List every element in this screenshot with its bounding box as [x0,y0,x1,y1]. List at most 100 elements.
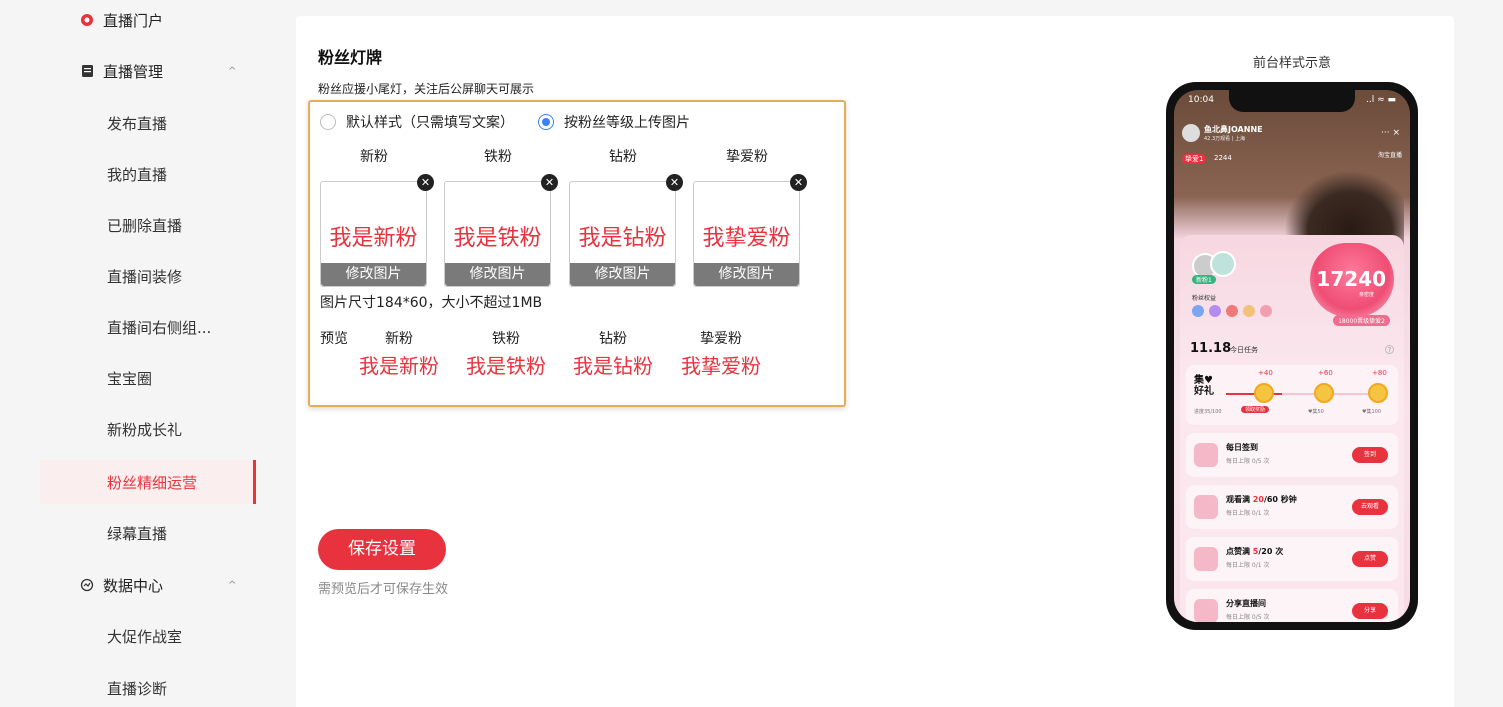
today-date: 11.18 [1190,341,1232,356]
level-iron-fan: 铁粉 我是铁粉 修改图片 ✕ [444,146,558,287]
preview-level-name: 挚爱粉 [700,331,742,347]
coin-plus: +60 [1318,369,1333,377]
chevron-up-icon[interactable]: ^ [228,66,236,77]
live-portal-icon [80,13,94,27]
task-sub: 每日上限 0/5 次 [1226,458,1270,465]
radio-default-label[interactable]: 默认样式（只需填写文案） [346,112,514,132]
level-beloved-fan: 挚爱粉 我挚爱粉 修改图片 ✕ [693,146,807,287]
level-name: 钻粉 [609,149,637,165]
task-title: 分享直播间 [1226,599,1266,608]
edit-image-button[interactable]: 修改图片 [694,263,799,286]
coin-icon [1368,383,1388,403]
preview-level-name: 钻粉 [599,331,627,347]
sidebar-item-baby-circle[interactable]: 宝宝圈 [40,356,256,400]
avatar [1210,251,1236,277]
dashboard-icon [80,578,94,592]
fan-badge: 挚爱1 [1182,154,1207,164]
task-button: 点赞 [1352,551,1388,567]
intimacy-label: 亲密度 [1358,292,1374,298]
sidebar-item-fan-operation[interactable]: 粉丝精细运营 [40,460,256,504]
sidebar-item-publish[interactable]: 发布直播 [40,101,256,145]
radio-by-level-label[interactable]: 按粉丝等级上传图片 [564,112,690,132]
level-name: 新粉 [360,149,388,165]
badge-image-card: 我是铁粉 修改图片 ✕ [444,174,558,287]
close-icon[interactable]: ✕ [790,174,807,191]
preview-badge-text: 我是铁粉 [466,354,546,378]
document-icon [80,64,94,78]
milestone-text: ♥集100 [1362,409,1382,415]
preview-level-name: 铁粉 [492,331,520,347]
preview-item: 新粉 我是新粉 [354,328,444,379]
sidebar-item-my-live[interactable]: 我的直播 [40,152,256,196]
preview-badge-text: 我是新粉 [359,354,439,378]
host-info: 鱼北鼻JOANNE 42.3万观看 | 上海 [1182,124,1263,142]
upgrade-pill: 18000晋级挚爱2 [1333,315,1390,326]
phone-notch [1229,90,1355,112]
task-title: 点赞满 5/20 次 [1226,547,1284,556]
preview-item: 钻粉 我是钻粉 [568,328,658,379]
sidebar-item-promo-room[interactable]: 大促作战室 [40,614,256,658]
nav-data-center[interactable]: 数据中心 ^ [80,570,236,600]
level-diamond-fan: 钻粉 我是钻粉 修改图片 ✕ [569,146,683,287]
coin-plus: +80 [1372,369,1387,377]
sidebar-item-deleted[interactable]: 已删除直播 [40,203,256,247]
image-size-note: 图片尺寸184*60，大小不超过1MB [320,295,543,311]
rights-icon [1226,305,1238,317]
collect-gift-card: 集♥好礼 +40 +60 +80 进度35/100 领取奖励 ♥集50 ♥集10… [1186,365,1398,425]
milestone-text: ♥集50 [1308,409,1324,415]
collect-progress-text: 进度35/100 [1194,409,1222,415]
style-radio-group: 默认样式（只需填写文案） 按粉丝等级上传图片 [320,112,714,132]
badge-image-card: 我是钻粉 修改图片 ✕ [569,174,683,287]
avatar [1182,124,1200,142]
sidebar-item-decor[interactable]: 直播间装修 [40,254,256,298]
coin-plus: +40 [1258,369,1273,377]
phone-preview-label: 前台样式示意 [1253,56,1332,71]
intimacy-value: 17240 [1316,267,1386,291]
fan-level-tag: 新粉1 [1192,275,1216,284]
close-icon[interactable]: ✕ [541,174,558,191]
nav-data-center-label: 数据中心 [103,576,164,595]
page-title: 粉丝灯牌 [318,48,383,67]
close-icon[interactable]: ✕ [417,174,434,191]
edit-image-button[interactable]: 修改图片 [321,263,426,286]
rights-icon [1209,305,1221,317]
rights-icon [1260,305,1272,317]
sidebar-item-green-screen[interactable]: 绿幕直播 [40,511,256,555]
task-title: 观看满 20/60 秒钟 [1226,495,1297,504]
edit-image-button[interactable]: 修改图片 [445,263,550,286]
task-button: 分享 [1352,603,1388,619]
fan-rights-label: 粉丝权益 [1192,295,1217,302]
badge-image-text: 我是新粉 [329,226,418,251]
close-icon[interactable]: ✕ [666,174,683,191]
host-name: 鱼北鼻JOANNE [1204,125,1263,134]
chevron-up-icon[interactable]: ^ [228,580,236,591]
coin-icon [1314,383,1334,403]
fan-badge-config: 默认样式（只需填写文案） 按粉丝等级上传图片 新粉 我是新粉 修改图片 ✕ 铁粉… [308,100,846,407]
phone-screen: 10:04 ..l ≈ ▬ 鱼北鼻JOANNE 42.3万观看 | 上海 ···… [1174,90,1410,622]
sidebar-item-right-widgets[interactable]: 直播间右侧组... [40,305,256,349]
level-new-fan: 新粉 我是新粉 修改图片 ✕ [320,146,434,287]
preview-label: 预览 [320,331,348,347]
rights-icon [1192,305,1204,317]
sidebar-item-new-fan-gift[interactable]: 新粉成长礼 [40,407,256,451]
radio-by-level[interactable] [538,114,554,130]
level-name: 挚爱粉 [726,149,768,165]
badge-image-card: 我是新粉 修改图片 ✕ [320,174,434,287]
main-panel: 粉丝灯牌 粉丝应援小尾灯，关注后公屏聊天可展示 默认样式（只需填写文案） 按粉丝… [296,16,1454,707]
heart-task-icon [1194,547,1218,571]
heart-task-icon [1194,495,1218,519]
edit-image-button[interactable]: 修改图片 [570,263,675,286]
claim-reward-button: 领取奖励 [1241,406,1270,413]
badge-image-card: 我挚爱粉 修改图片 ✕ [693,174,807,287]
preview-level-name: 新粉 [385,331,413,347]
nav-live-manage-label: 直播管理 [103,62,164,81]
sidebar-item-diagnosis[interactable]: 直播诊断 [40,666,256,707]
nav-live-manage[interactable]: 直播管理 ^ [80,56,236,86]
task-item: 每日签到 每日上限 0/5 次 签到 [1186,433,1398,477]
help-icon: ? [1385,345,1394,354]
radio-default-style[interactable] [320,114,336,130]
badge-image-text: 我是钻粉 [578,226,667,251]
heart-task-icon [1194,599,1218,622]
save-settings-button[interactable]: 保存设置 [318,529,446,570]
nav-portal[interactable]: 直播门户 [80,5,163,35]
